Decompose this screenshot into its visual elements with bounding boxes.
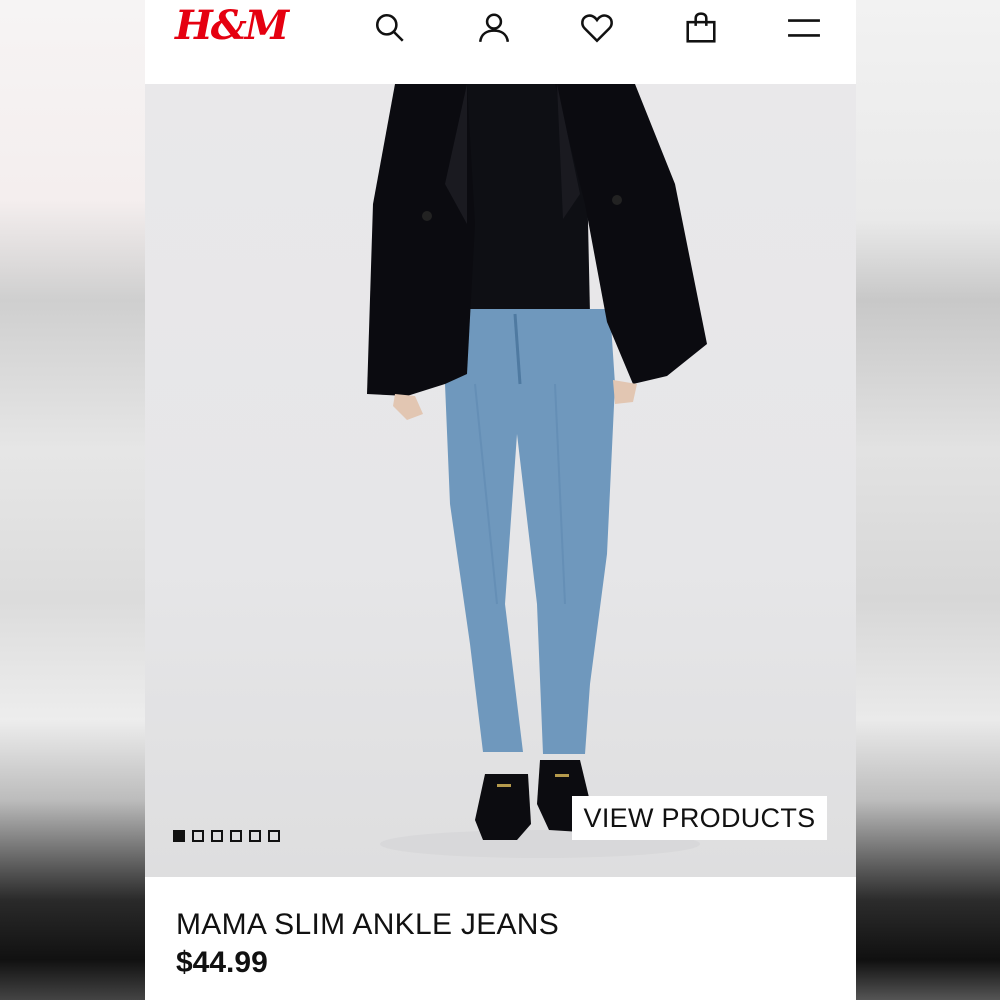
favorites-icon[interactable] — [579, 10, 615, 46]
carousel-indicators — [173, 830, 280, 842]
product-name[interactable]: MAMA SLIM ANKLE JEANS — [176, 908, 559, 942]
mobile-page: H&M VIEW PRODUCTS MAMA SLIM ANKLE JEANS … — [145, 0, 856, 1000]
carousel-dot[interactable] — [173, 830, 185, 842]
search-icon[interactable] — [372, 10, 408, 46]
carousel-dot[interactable] — [192, 830, 204, 842]
menu-icon[interactable] — [786, 10, 822, 46]
carousel-dot[interactable] — [230, 830, 242, 842]
hero-product-image[interactable]: VIEW PRODUCTS — [145, 84, 856, 877]
product-price: $44.99 — [176, 946, 268, 979]
account-icon[interactable] — [476, 10, 512, 46]
view-products-button[interactable]: VIEW PRODUCTS — [572, 796, 827, 840]
brand-logo[interactable]: H&M — [175, 2, 289, 49]
site-header: H&M — [145, 0, 856, 84]
blurred-backdrop-right — [855, 0, 1000, 1000]
carousel-dot[interactable] — [249, 830, 261, 842]
shopping-bag-icon[interactable] — [683, 10, 719, 46]
product-info: MAMA SLIM ANKLE JEANS $44.99 — [145, 877, 856, 1000]
carousel-dot[interactable] — [211, 830, 223, 842]
carousel-dot[interactable] — [268, 830, 280, 842]
model-photo — [367, 84, 707, 858]
